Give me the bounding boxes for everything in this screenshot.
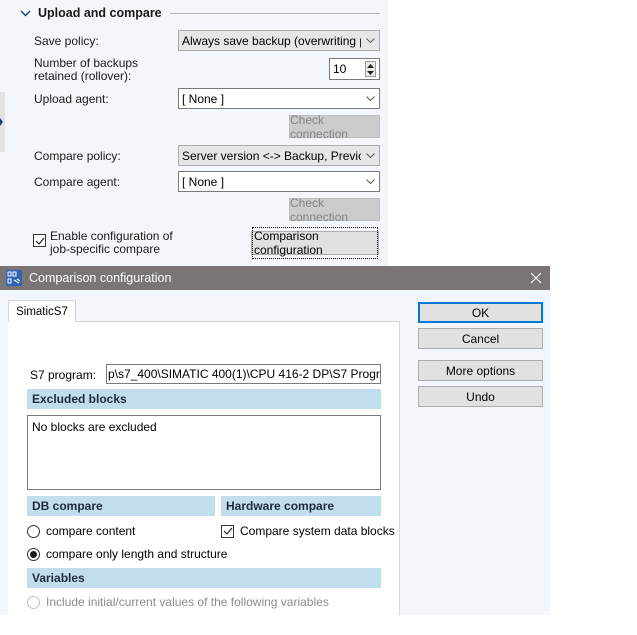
checkmark-icon <box>223 527 232 535</box>
upload-agent-label: Upload agent: <box>34 92 109 106</box>
hardware-compare-header: Hardware compare <box>221 496 381 516</box>
ok-button[interactable]: OK <box>418 302 543 323</box>
dialog-body: SimaticS7 S7 program: p\s7_400\SIMATIC 4… <box>0 290 550 615</box>
compare-agent-value: [ None ] <box>182 174 225 189</box>
upload-compare-settings-panel: Upload and compare Save policy: Always s… <box>0 0 388 266</box>
s7-program-field[interactable]: p\s7_400\SIMATIC 400(1)\CPU 416-2 DP\S7 … <box>106 364 381 384</box>
comparison-configuration-button[interactable]: Comparison configuration <box>251 227 379 259</box>
chevron-down-icon <box>361 31 379 50</box>
more-options-button[interactable]: More options <box>418 360 543 381</box>
compare-system-data-blocks-label: Compare system data blocks <box>240 524 395 538</box>
compare-length-structure-radio-row[interactable]: compare only length and structure <box>27 547 227 561</box>
tab-page-bottom: Include initial/current values of the fo… <box>0 591 400 615</box>
save-policy-label: Save policy: <box>34 34 99 48</box>
upload-agent-value: [ None ] <box>182 91 225 106</box>
compare-agent-dropdown[interactable]: [ None ] <box>178 171 380 192</box>
s7-program-label: S7 program: <box>30 368 97 382</box>
compare-agent-label: Compare agent: <box>34 175 121 189</box>
spinner-buttons[interactable] <box>365 61 376 77</box>
enable-config-checkbox-row[interactable]: Enable configuration of job-specific com… <box>33 230 173 256</box>
checkmark-icon <box>35 237 44 245</box>
include-values-radio-row[interactable]: Include initial/current values of the fo… <box>27 595 329 609</box>
comparison-configuration-dialog: Comparison configuration SimaticS7 S7 pr… <box>0 266 550 635</box>
section-title: Upload and compare <box>38 6 162 20</box>
save-policy-dropdown[interactable]: Always save backup (overwriting pre’ <box>178 30 380 51</box>
check-connection-upload-button[interactable]: Check connection <box>289 113 380 141</box>
excluded-blocks-empty-text: No blocks are excluded <box>32 420 157 434</box>
compare-length-structure-radio[interactable] <box>27 547 40 561</box>
upload-agent-dropdown[interactable]: [ None ] <box>178 88 380 109</box>
chevron-down-icon[interactable] <box>18 5 32 21</box>
chevron-down-icon <box>361 146 379 165</box>
variables-header: Variables <box>27 568 381 588</box>
spin-up-icon[interactable] <box>367 63 374 68</box>
undo-button[interactable]: Undo <box>418 386 543 407</box>
check-connection-compare-button[interactable]: Check connection <box>289 196 380 224</box>
comparison-configuration-label: Comparison configuration <box>252 227 378 259</box>
expand-arrow-icon[interactable] <box>0 118 3 126</box>
section-divider <box>169 12 380 14</box>
dialog-title: Comparison configuration <box>29 271 172 285</box>
compare-content-radio-row[interactable]: compare content <box>27 524 135 538</box>
compare-length-structure-label: compare only length and structure <box>46 547 228 561</box>
spin-down-icon[interactable] <box>367 70 374 75</box>
compare-content-radio[interactable] <box>27 524 40 538</box>
include-values-radio[interactable] <box>27 595 40 609</box>
backups-spinner[interactable]: 10 <box>329 58 380 80</box>
enable-config-label-line2: job-specific compare <box>50 242 161 256</box>
dialog-titlebar[interactable]: Comparison configuration <box>0 266 550 290</box>
compare-content-label: compare content <box>46 524 136 538</box>
close-icon[interactable] <box>522 266 550 290</box>
cancel-button[interactable]: Cancel <box>418 328 543 349</box>
compare-policy-dropdown[interactable]: Server version <-> Backup, Previous <box>178 145 380 166</box>
app-icon <box>6 270 22 286</box>
excluded-blocks-header: Excluded blocks <box>27 389 381 409</box>
compare-system-data-blocks-row[interactable]: Compare system data blocks <box>221 524 395 538</box>
db-compare-header: DB compare <box>27 496 215 516</box>
chevron-down-icon <box>361 172 379 191</box>
tab-simatics7[interactable]: SimaticS7 <box>8 300 76 322</box>
backups-label-line2: retained (rollover): <box>34 69 132 83</box>
include-values-label: Include initial/current values of the fo… <box>46 595 329 609</box>
section-header[interactable]: Upload and compare <box>18 5 380 21</box>
excluded-blocks-list[interactable]: No blocks are excluded <box>27 415 381 490</box>
compare-policy-label: Compare policy: <box>34 149 121 163</box>
compare-policy-value: Server version <-> Backup, Previous <box>182 148 361 163</box>
backups-value[interactable]: 10 <box>330 62 365 76</box>
s7-program-value: p\s7_400\SIMATIC 400(1)\CPU 416-2 DP\S7 … <box>108 367 381 381</box>
save-policy-value: Always save backup (overwriting pre’ <box>182 33 361 48</box>
compare-system-data-blocks-checkbox[interactable] <box>221 524 234 538</box>
enable-config-checkbox[interactable] <box>33 234 46 247</box>
chevron-down-icon <box>361 89 379 108</box>
